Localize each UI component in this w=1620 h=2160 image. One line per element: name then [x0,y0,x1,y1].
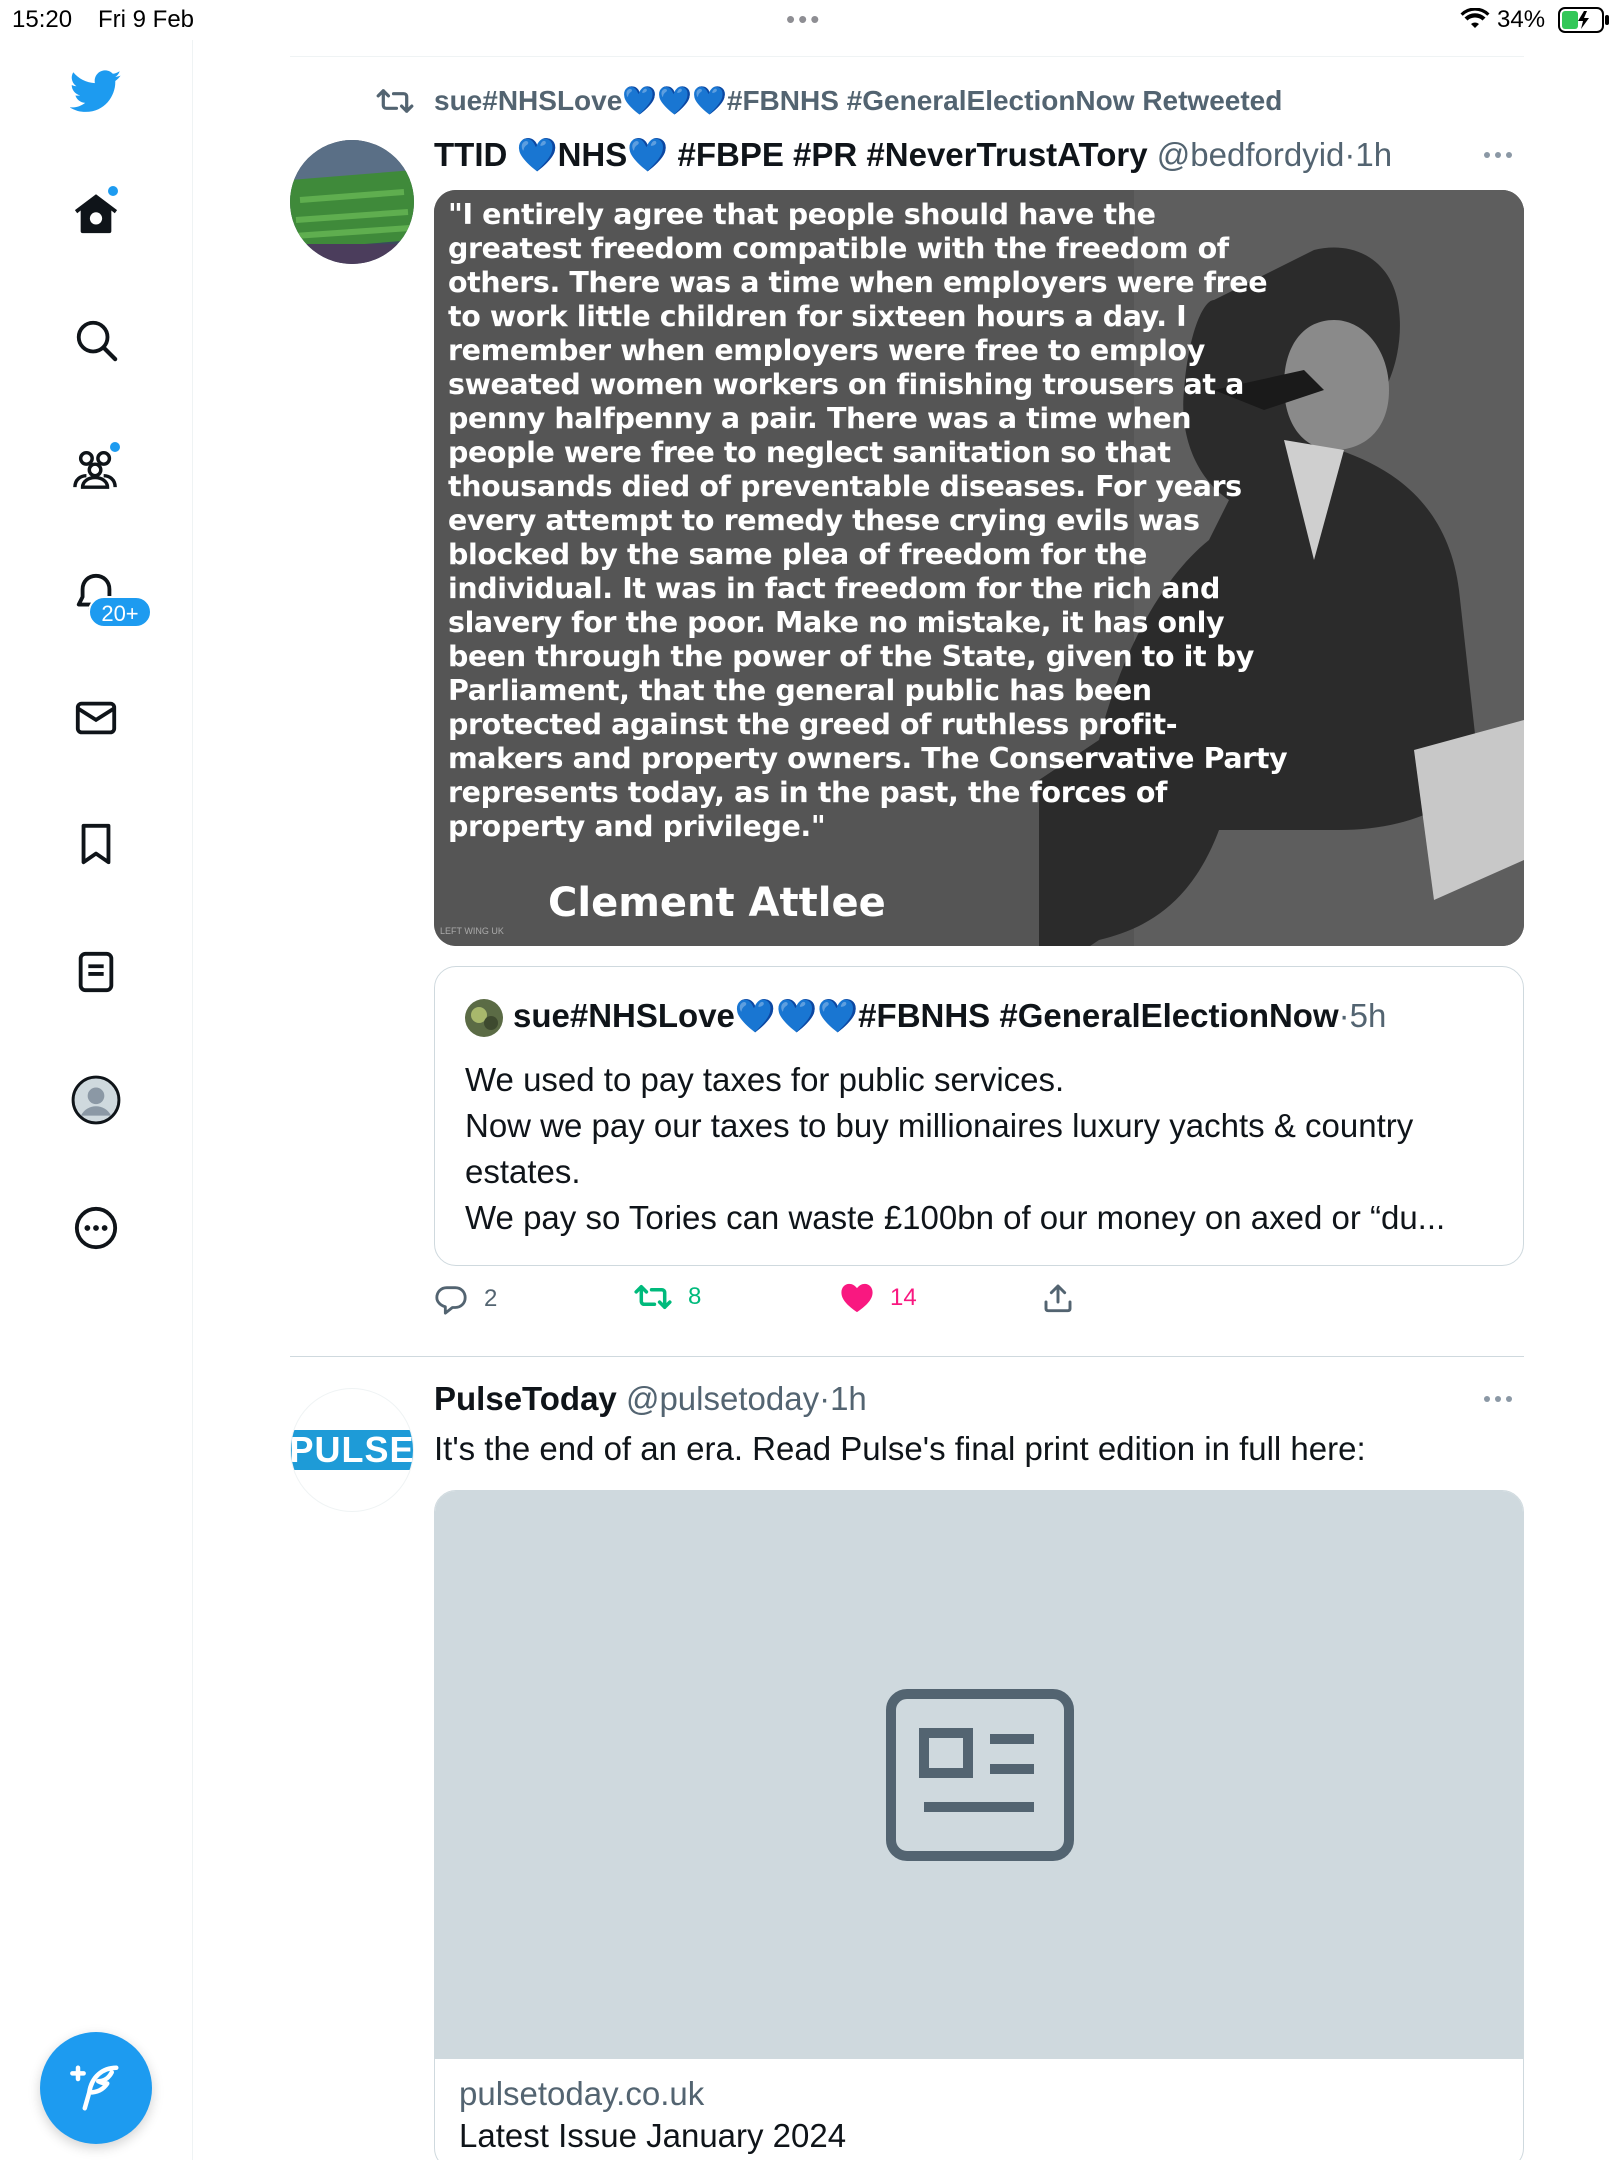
share-button[interactable] [1042,1282,1074,1314]
battery-percent: 34% [1497,6,1546,33]
retweet-icon [634,1285,672,1309]
link-card[interactable]: pulsetoday.co.uk Latest Issue January 20… [434,1490,1524,2160]
wifi-icon [1460,7,1490,37]
reply-count: 2 [484,1285,498,1312]
timeline-top-divider [290,56,1524,57]
quoted-author-name: sue#NHSLove💙💙💙#FBNHS #GeneralElectionNow [513,997,1339,1034]
author-avatar[interactable] [290,140,414,264]
pulse-logo: PULSE [291,1430,413,1470]
home-icon [74,194,118,234]
nav-lists[interactable] [64,940,128,1004]
tweet-timestamp[interactable]: 1h [1355,136,1392,173]
card-title: Latest Issue January 2024 [459,2117,847,2154]
quoted-tweet[interactable]: sue#NHSLove💙💙💙#FBNHS #GeneralElectionNow… [434,966,1524,1266]
quoted-line: We pay so Tories can waste £100bn of our… [465,1199,1446,1236]
nav-communities[interactable] [64,436,128,500]
reply-button[interactable]: 2 [434,1282,497,1316]
tweet-timestamp[interactable]: 1h [830,1380,867,1417]
quoted-timestamp: 5h [1349,997,1387,1034]
compose-tweet-button[interactable] [40,2032,152,2144]
notifications-badge: 20+ [88,596,152,628]
tweet-text: It's the end of an era. Read Pulse's fin… [434,1430,1366,1467]
header-separator: · [819,1380,831,1417]
nav-profile[interactable] [64,1068,128,1132]
reply-icon [435,1286,467,1315]
article-icon [886,1689,1074,1861]
retweet-button[interactable]: 8 [634,1282,701,1312]
quoted-header-separator: · [1338,997,1350,1034]
quoted-tweet-header: sue#NHSLove💙💙💙#FBNHS #GeneralElectionNow… [513,997,1386,1036]
search-icon [76,320,118,362]
sidebar-nav: 20+ [0,40,193,2160]
nav-explore[interactable] [64,308,128,372]
retweet-context[interactable]: sue#NHSLove💙💙💙#FBNHS #GeneralElectionNow… [376,84,1282,117]
image-quote-author: Clement Attlee [548,880,886,926]
compose-quill-icon [70,2065,119,2111]
multitasking-dots[interactable]: ••• [786,4,822,35]
image-quote-text: "I entirely agree that people should hav… [448,198,1288,843]
tweet-image[interactable]: "I entirely agree that people should hav… [434,190,1524,946]
profile-avatar-icon [71,1075,121,1125]
nav-home[interactable] [64,182,128,246]
author-handle[interactable]: @pulsetoday [626,1380,819,1417]
more-circle-icon [74,1206,118,1250]
nav-more[interactable] [64,1196,128,1260]
quoted-tweet-text: We used to pay taxes for public services… [465,1057,1495,1241]
author-avatar[interactable]: PULSE [290,1388,414,1512]
retweet-count: 8 [688,1283,702,1310]
image-watermark: LEFT WING UK [440,926,504,936]
communities-unread-dot [110,442,120,452]
tweet-actions: 2 8 14 [434,1282,1134,1326]
quoted-line: We used to pay taxes for public services… [465,1061,1065,1098]
status-date: Fri 9 Feb [98,6,195,33]
retweet-icon [376,88,414,113]
tweet-header: PulseToday @pulsetoday·1h [434,1380,867,1418]
status-bar: 15:20 Fri 9 Feb ••• 34% [0,0,1620,40]
card-image-placeholder [435,1491,1523,2059]
quoted-author-avatar [465,999,503,1037]
quoted-line: estates. [465,1153,581,1190]
like-count: 14 [890,1284,917,1311]
nav-bookmarks[interactable] [64,812,128,876]
author-name[interactable]: TTID 💙NHS💙 #FBPE #PR #NeverTrustATory [434,136,1148,173]
home-unread-dot [108,186,118,196]
bookmark-icon [81,823,111,865]
share-icon [1044,1284,1072,1313]
tweet-header: TTID 💙NHS💙 #FBPE #PR #NeverTrustATory @b… [434,136,1392,175]
tweet-divider [290,1356,1524,1357]
twitter-logo-icon[interactable] [64,60,128,124]
card-domain: pulsetoday.co.uk [459,2075,705,2112]
retweeted-by-label: sue#NHSLove💙💙💙#FBNHS #GeneralElectionNow… [434,85,1283,116]
envelope-icon [75,701,117,735]
status-time: 15:20 [12,6,73,33]
like-button[interactable]: 14 [840,1282,917,1314]
nav-messages[interactable] [64,686,128,750]
tweet-more-options-icon[interactable] [1484,152,1524,158]
tweet-more-options-icon[interactable] [1484,1396,1524,1402]
author-name[interactable]: PulseToday [434,1380,617,1417]
header-separator: · [1344,136,1356,173]
heart-icon [841,1283,873,1313]
author-handle[interactable]: @bedfordyid [1157,136,1345,173]
quoted-line: Now we pay our taxes to buy millionaires… [465,1107,1414,1144]
battery-icon [1558,7,1610,40]
lists-icon [78,951,114,993]
